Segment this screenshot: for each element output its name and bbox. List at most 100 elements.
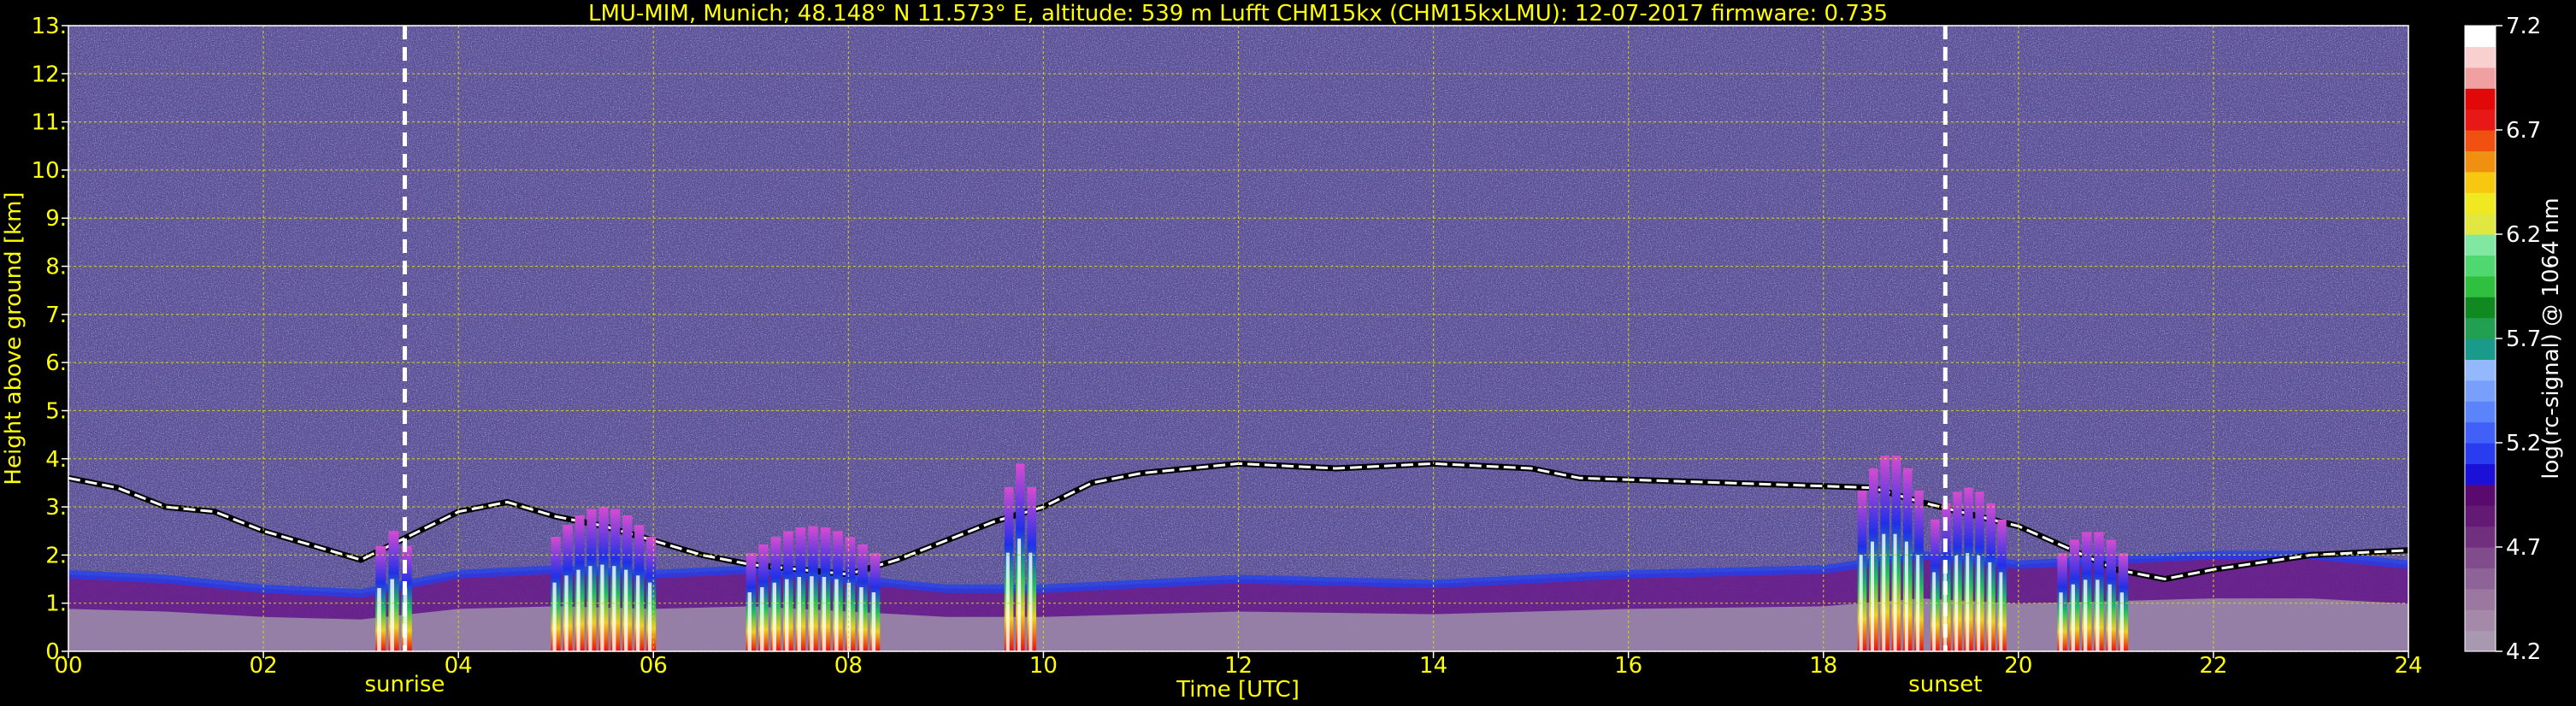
- cloud-column-0-core: [390, 579, 394, 651]
- colorbar-segment: [2465, 484, 2496, 506]
- colorbar-segment: [2465, 192, 2496, 215]
- colorbar-segment: [2465, 463, 2496, 485]
- x-tick-label: 12: [1224, 653, 1253, 679]
- x-tick-label: 10: [1029, 653, 1058, 679]
- cloud-column-2-core: [810, 576, 814, 651]
- cloud-column-2-core: [859, 587, 864, 651]
- event-label-sunrise: sunrise: [364, 672, 445, 697]
- y-tick-label: 11.: [32, 110, 67, 136]
- colorbar-segment: [2465, 443, 2496, 464]
- colorbar-segment: [2465, 150, 2496, 173]
- colorbar-segment: [2465, 421, 2496, 444]
- y-tick-label: 3.: [45, 495, 67, 521]
- colorbar-segment: [2465, 338, 2496, 360]
- y-tick-label: 12.: [32, 62, 67, 87]
- colorbar-tick-label: 6.2: [2506, 222, 2541, 248]
- cloud-column-2-core: [871, 592, 876, 651]
- cloud-column-1-core: [612, 566, 616, 651]
- cloud-column-6-core: [2096, 580, 2100, 651]
- y-tick-label: 13.: [32, 14, 67, 39]
- colorbar-segment: [2465, 547, 2496, 568]
- cloud-column-6-core: [2107, 584, 2112, 651]
- cloud-column-5-core: [1932, 572, 1936, 651]
- cloud-column-1-core: [564, 575, 569, 651]
- cloud-column-6-core: [2071, 584, 2075, 651]
- colorbar-segment: [2465, 379, 2496, 402]
- cloud-column-3-core: [1005, 552, 1010, 651]
- colorbar-segment: [2465, 26, 2496, 47]
- colorbar-segment: [2465, 67, 2496, 89]
- cloud-column-1-core: [648, 582, 652, 651]
- cloud-column-5-core: [1999, 572, 2003, 651]
- cloud-column-2-core: [772, 582, 776, 651]
- colorbar-segment: [2465, 526, 2496, 548]
- y-tick-label: 9.: [45, 206, 67, 232]
- cloud-column-2-core: [785, 579, 789, 651]
- colorbar-segment: [2465, 297, 2496, 319]
- cloud-column-2-core: [797, 577, 801, 651]
- cloud-column-6-core: [2084, 580, 2088, 651]
- colorbar-segment: [2465, 255, 2496, 277]
- x-tick-label: 18: [1809, 653, 1837, 679]
- cloud-column-2-core: [760, 587, 764, 651]
- cloud-column-1-core: [576, 569, 581, 651]
- y-tick-label: 2.: [45, 543, 67, 568]
- colorbar-tick-label: 4.2: [2506, 639, 2541, 665]
- x-axis-label: Time [UTC]: [1176, 677, 1300, 703]
- colorbar-segment: [2465, 609, 2496, 632]
- cloud-column-0-core: [403, 588, 408, 651]
- colorbar-segment: [2465, 588, 2496, 610]
- colorbar: 4.2 4.7 5.2 5.7 6.2 6.7 7.2: [2464, 14, 2541, 665]
- colorbar-tick-label: 4.7: [2506, 535, 2541, 561]
- y-tick-label: 1.: [45, 591, 67, 617]
- x-tick-label: 14: [1419, 653, 1447, 679]
- cloud-column-4-core: [1871, 541, 1874, 651]
- cloud-column-5-core: [1988, 562, 1992, 651]
- y-axis-label: Height above ground [km]: [1, 191, 27, 485]
- x-tick-label: 06: [640, 653, 668, 679]
- cloud-column-1-core: [600, 564, 604, 651]
- y-tick-label: 0.: [45, 639, 67, 665]
- y-tick-label: 10.: [32, 158, 67, 184]
- x-tick-label: 04: [445, 653, 473, 679]
- y-tick-label: 7.: [45, 303, 67, 328]
- y-tick-label: 8.: [45, 255, 67, 280]
- colorbar-tick-label: 5.7: [2506, 327, 2541, 352]
- y-axis-ticks: 0. 1. 2. 3. 4. 5. 6. 7. 8. 9. 10. 11. 12. 13.: [32, 14, 68, 665]
- ceilometer-figure: sunrise sunset 00 02 04 06 08 10 12 14 16 18 20 22 24…: [1, 1, 2564, 703]
- colorbar-segment: [2465, 234, 2496, 256]
- x-tick-label: 22: [2199, 653, 2227, 679]
- colorbar-segment: [2465, 359, 2496, 381]
- colorbar-segment: [2465, 401, 2496, 423]
- cloud-column-1-core: [588, 566, 592, 651]
- y-tick-label: 5.: [45, 398, 67, 424]
- cloud-column-4-core: [1882, 533, 1886, 651]
- cloud-column-1-core: [636, 575, 640, 651]
- colorbar-segment: [2465, 630, 2496, 652]
- cloud-column-2-core: [747, 592, 752, 651]
- cloud-column-4-core: [1904, 541, 1908, 651]
- cloud-column-6-core: [2059, 592, 2063, 651]
- colorbar-segment: [2465, 88, 2496, 110]
- x-tick-label: 08: [834, 653, 863, 679]
- cloud-column-2-core: [822, 577, 827, 651]
- cloud-column-4-core: [1893, 533, 1897, 651]
- colorbar-tick-label: 6.7: [2506, 118, 2541, 144]
- colorbar-tick-label: 7.2: [2506, 14, 2541, 39]
- colorbar-segment: [2465, 505, 2496, 527]
- colorbar-segment: [2465, 275, 2496, 297]
- chart-title: LMU-MIM, Munich; 48.148° N 11.573° E, al…: [588, 1, 1888, 26]
- cloud-column-2-core: [834, 579, 839, 651]
- cloud-column-5-core: [1966, 553, 1970, 651]
- plot-area: sunrise sunset: [68, 25, 2409, 697]
- event-label-sunset: sunset: [1908, 672, 1982, 697]
- colorbar-segment: [2465, 317, 2496, 339]
- cloud-column-0-core: [377, 588, 381, 651]
- colorbar-segment: [2465, 568, 2496, 590]
- colorbar-segment: [2465, 46, 2496, 68]
- cloud-column-6-core: [2119, 592, 2124, 651]
- x-tick-label: 20: [2004, 653, 2032, 679]
- colorbar-segment: [2465, 171, 2496, 193]
- cloud-column-1-core: [552, 582, 557, 651]
- colorbar-segment: [2465, 130, 2496, 151]
